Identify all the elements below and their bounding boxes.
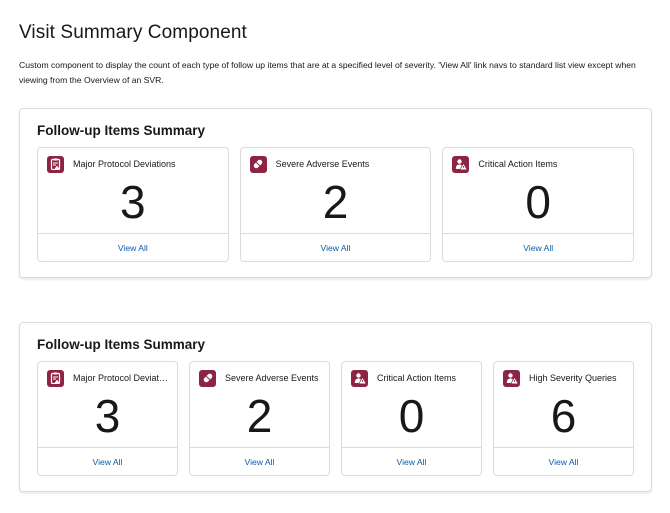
- view-all-link[interactable]: View All: [241, 243, 431, 253]
- card-divider: [38, 447, 177, 448]
- card-divider: [190, 447, 329, 448]
- card-label: Severe Adverse Events: [275, 159, 370, 169]
- summary-card-high-severity-queries: High Severity Queries 6 View All: [493, 361, 634, 476]
- person-warning-icon: [503, 369, 520, 387]
- clipboard-warning-icon: [47, 369, 64, 387]
- card-count: 0: [525, 176, 551, 228]
- summary-card-severe-adverse-events: Severe Adverse Events 2 View All: [189, 361, 330, 476]
- card-count: 0: [398, 390, 425, 442]
- follow-up-summary-panel: Follow-up Items Summary Major Protocol D…: [19, 108, 652, 278]
- summary-card-severe-adverse-events: Severe Adverse Events 2 View All: [239, 147, 432, 262]
- card-divider: [38, 233, 228, 234]
- summary-cards: Major Protocol Deviations 3 View All Sev…: [37, 361, 634, 476]
- view-all-link[interactable]: View All: [494, 457, 633, 467]
- panel-title: Follow-up Items Summary: [37, 337, 206, 352]
- card-count: 3: [120, 176, 146, 228]
- card-divider: [240, 233, 431, 234]
- card-label: High Severity Queries: [529, 373, 617, 383]
- view-all-link[interactable]: View All: [38, 243, 228, 253]
- clipboard-warning-icon: [47, 155, 64, 173]
- card-count: 6: [550, 390, 577, 442]
- pill-icon: [249, 155, 267, 173]
- card-label: Major Protocol Deviations: [73, 159, 176, 169]
- view-all-link[interactable]: View All: [342, 457, 481, 467]
- card-divider: [494, 447, 633, 448]
- follow-up-summary-panel: Follow-up Items Summary Major Protocol D…: [19, 322, 652, 492]
- summary-cards: Major Protocol Deviations 3 View All Sev…: [37, 147, 635, 262]
- card-count: 3: [94, 390, 121, 442]
- panel-title: Follow-up Items Summary: [37, 123, 206, 138]
- summary-card-critical-action-items: Critical Action Items 0 View All: [341, 361, 482, 476]
- summary-card-major-protocol-deviations: Major Protocol Deviations 3 View All: [37, 361, 178, 476]
- card-label: Critical Action Items: [377, 373, 457, 383]
- summary-card-major-protocol-deviations: Major Protocol Deviations 3 View All: [37, 147, 229, 262]
- view-all-link[interactable]: View All: [38, 457, 177, 467]
- card-divider: [342, 447, 481, 448]
- card-divider: [443, 233, 634, 234]
- person-warning-icon: [351, 369, 368, 387]
- page-description: Custom component to display the count of…: [19, 60, 636, 85]
- card-label: Major Protocol Deviations: [73, 373, 169, 383]
- view-all-link[interactable]: View All: [443, 243, 633, 253]
- pill-icon: [199, 369, 216, 387]
- card-label: Critical Action Items: [478, 159, 558, 169]
- card-count: 2: [322, 176, 349, 228]
- card-label: Severe Adverse Events: [225, 373, 319, 383]
- person-warning-icon: [452, 155, 470, 173]
- view-all-link[interactable]: View All: [190, 457, 329, 467]
- card-count: 2: [246, 390, 273, 442]
- summary-card-critical-action-items: Critical Action Items 0 View All: [442, 147, 635, 262]
- page-title: Visit Summary Component: [19, 22, 247, 43]
